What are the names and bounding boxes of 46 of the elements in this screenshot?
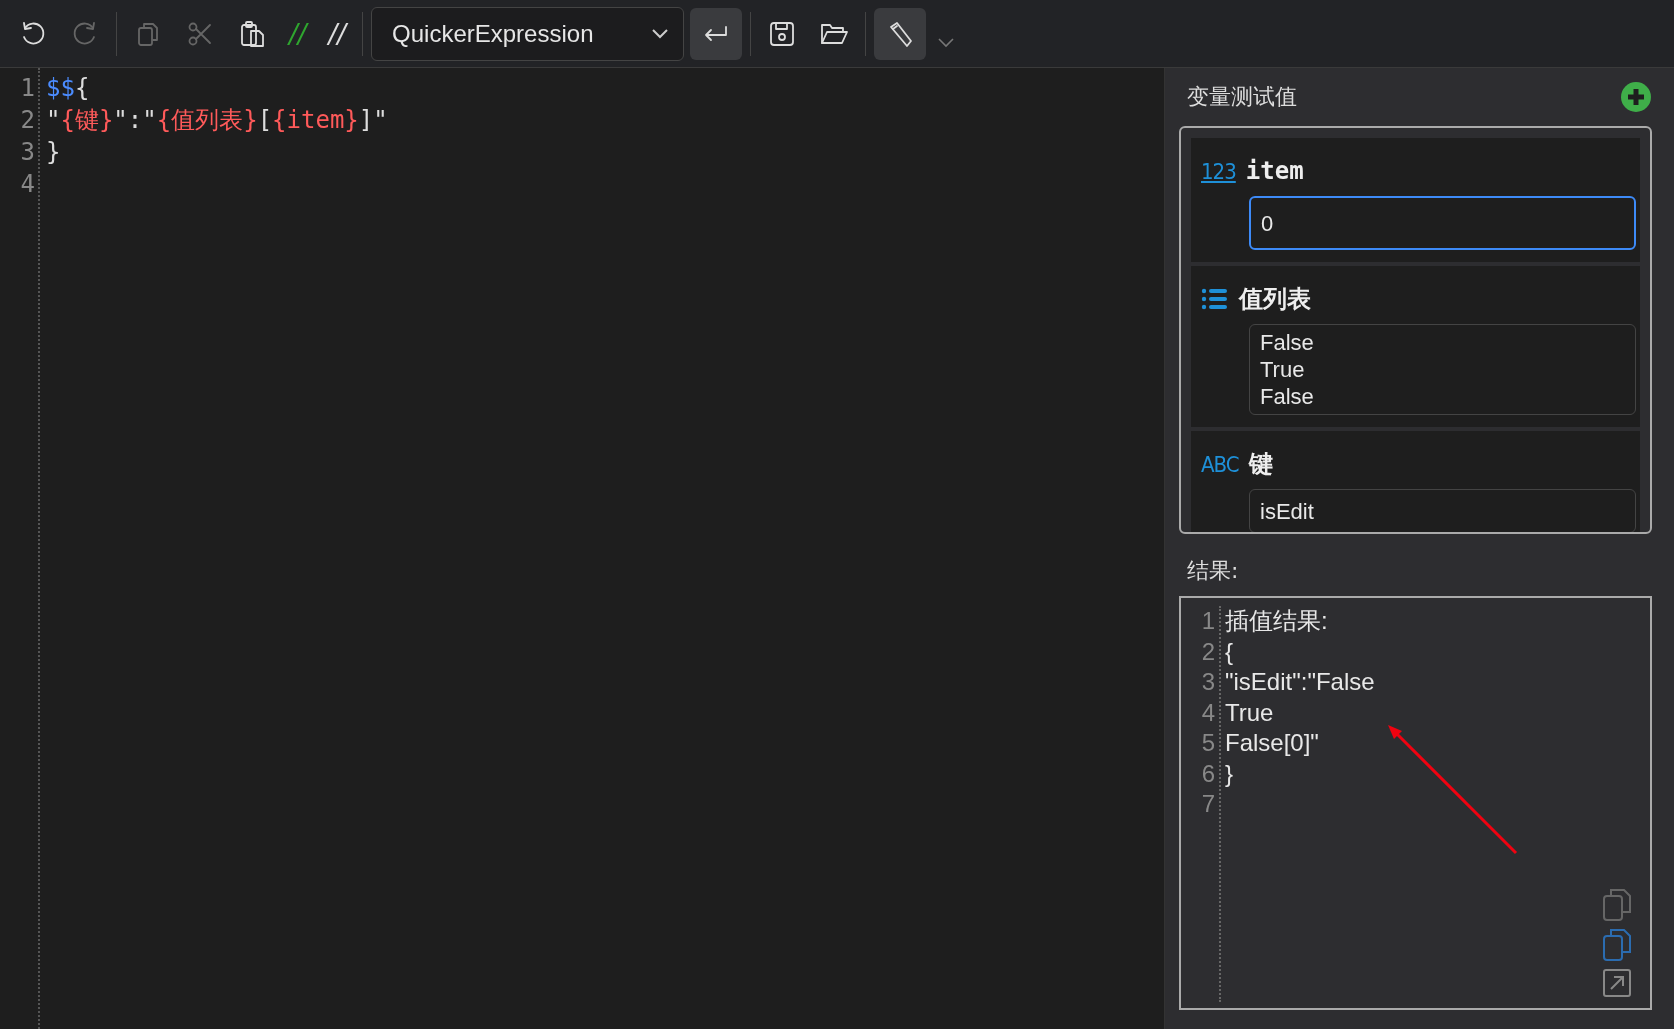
field-value-line: False xyxy=(1260,329,1315,356)
variable-name: 值列表 xyxy=(1239,284,1311,315)
line-number: 3 xyxy=(19,137,35,168)
result-line: "isEdit":"False xyxy=(1225,667,1375,697)
field-value-line: True xyxy=(1260,356,1306,383)
line-number: 4 xyxy=(19,169,35,200)
type-label: ABC xyxy=(1201,451,1239,477)
add-button[interactable] xyxy=(1620,81,1652,113)
chevron-down-icon xyxy=(938,37,955,48)
type-label: 123 xyxy=(1201,158,1236,184)
field-value-line: isEdit xyxy=(1260,497,1315,525)
line-number: 6 xyxy=(1200,758,1215,789)
open-external-button[interactable] xyxy=(1602,968,1632,998)
line-number: 1 xyxy=(19,73,35,104)
code-line: } xyxy=(46,137,62,168)
line-number: 2 xyxy=(1200,636,1215,667)
edit-button[interactable] xyxy=(874,7,927,60)
line-number: 2 xyxy=(19,105,35,136)
language-dropdown[interactable]: QuickerExpression xyxy=(371,6,685,61)
list-icon xyxy=(1201,287,1229,311)
code-line: "{键}":"{值列表}[{item}]" xyxy=(46,105,388,136)
result-line: 插值结果: xyxy=(1225,606,1329,636)
result-line: True xyxy=(1225,697,1275,728)
result-line: } xyxy=(1225,758,1234,789)
result-label: 结果: xyxy=(1186,557,1240,585)
comment-button[interactable]: // xyxy=(281,12,315,55)
field-value-line: False xyxy=(1260,383,1315,410)
field-value-line: 0 xyxy=(1261,209,1275,237)
value-field[interactable]: False True False xyxy=(1249,324,1636,415)
copy-button[interactable] xyxy=(1602,888,1632,922)
variable-name: item xyxy=(1245,157,1304,185)
line-number: 5 xyxy=(1200,728,1215,758)
enter-button[interactable] xyxy=(690,7,743,60)
variable-name: 键 xyxy=(1248,449,1273,480)
result-line: { xyxy=(1225,636,1234,667)
line-number: 3 xyxy=(1200,667,1215,697)
line-number: 1 xyxy=(1200,606,1215,636)
result-line: False[0]" xyxy=(1225,728,1320,758)
copy-button[interactable] xyxy=(1602,928,1632,962)
chevron-down-icon xyxy=(651,27,670,40)
uncomment-button[interactable]: // xyxy=(320,12,355,55)
value-field[interactable]: 0 xyxy=(1249,196,1636,250)
code-line: $${ xyxy=(46,73,91,104)
line-number: 4 xyxy=(1200,697,1215,728)
panel-title: 变量测试值 xyxy=(1187,83,1297,111)
line-number: 7 xyxy=(1200,789,1215,819)
